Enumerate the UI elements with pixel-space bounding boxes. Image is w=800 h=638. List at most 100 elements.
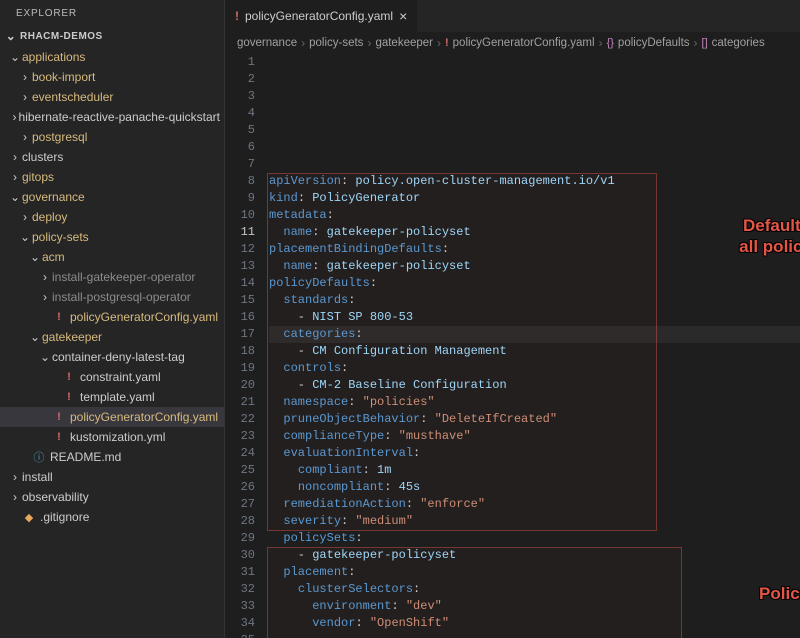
tree-item-label: policyGeneratorConfig.yaml	[70, 410, 218, 424]
file-item[interactable]: ! policyGeneratorConfig.yaml	[0, 407, 224, 427]
chevron-right-icon: ›	[18, 70, 32, 84]
tab-label: policyGeneratorConfig.yaml	[245, 9, 393, 23]
breadcrumb-item[interactable]: governance	[237, 37, 297, 49]
chevron-right-icon: ›	[18, 90, 32, 104]
tree-item-label: container-deny-latest-tag	[52, 350, 185, 364]
file-item[interactable]: ! template.yaml	[0, 387, 224, 407]
chevron-right-icon: ›	[437, 36, 441, 50]
file-tree: ⌄applications›book-import›eventscheduler…	[0, 45, 224, 638]
chevron-right-icon: ›	[18, 210, 32, 224]
file-item[interactable]: ! constraint.yaml	[0, 367, 224, 387]
yaml-file-icon: !	[62, 390, 76, 404]
tree-item-label: install-postgresql-operator	[52, 290, 191, 304]
tree-item-label: install	[22, 470, 53, 484]
tree-item-label: book-import	[32, 70, 95, 84]
chevron-right-icon: ›	[694, 36, 698, 50]
breadcrumb-item[interactable]: policyGeneratorConfig.yaml	[453, 37, 595, 49]
tree-item-label: applications	[22, 50, 85, 64]
tree-item-label: gatekeeper	[42, 330, 102, 344]
line-gutter: 1234567891011121314151617181920212223242…	[225, 54, 269, 638]
folder-item[interactable]: ⌄policy-sets	[0, 227, 224, 247]
repo-header[interactable]: ⌄ RHACM-DEMOS	[0, 27, 224, 45]
chevron-right-icon: ›	[38, 290, 52, 304]
yaml-file-icon: !	[445, 37, 449, 49]
code-content[interactable]: Default settings forall policy resources…	[269, 54, 800, 638]
folder-item[interactable]: ›hibernate-reactive-panache-quickstart	[0, 107, 224, 127]
folder-item[interactable]: ⌄governance	[0, 187, 224, 207]
file-item[interactable]: ◆ .gitignore	[0, 507, 224, 527]
chevron-right-icon: ›	[38, 270, 52, 284]
file-item[interactable]: ⓘREADME.md	[0, 447, 224, 467]
chevron-right-icon: ›	[367, 36, 371, 50]
chevron-right-icon: ›	[301, 36, 305, 50]
tree-item-label: postgresql	[32, 130, 87, 144]
folder-item[interactable]: ›install	[0, 467, 224, 487]
folder-item[interactable]: ›install-gatekeeper-operator	[0, 267, 224, 287]
close-icon[interactable]: ×	[399, 8, 407, 24]
breadcrumb-item[interactable]: gatekeeper	[375, 37, 433, 49]
info-icon: ⓘ	[32, 450, 46, 464]
breadcrumb-item[interactable]: policyDefaults	[618, 37, 690, 49]
folder-item[interactable]: ›observability	[0, 487, 224, 507]
tab-bar: ! policyGeneratorConfig.yaml ×	[225, 0, 800, 32]
folder-item[interactable]: ›deploy	[0, 207, 224, 227]
folder-item[interactable]: ⌄acm	[0, 247, 224, 267]
chevron-right-icon: ›	[8, 470, 22, 484]
folder-item[interactable]: ›eventscheduler	[0, 87, 224, 107]
chevron-right-icon: ›	[8, 150, 22, 164]
tree-item-label: observability	[22, 490, 89, 504]
tree-item-label: deploy	[32, 210, 67, 224]
yaml-file-icon: !	[52, 310, 66, 324]
chevron-right-icon: ›	[10, 110, 18, 124]
tree-item-label: governance	[22, 190, 85, 204]
tree-item-label: constraint.yaml	[80, 370, 161, 384]
chevron-down-icon: ⌄	[38, 350, 52, 364]
chevron-down-icon: ⌄	[28, 330, 42, 344]
folder-item[interactable]: ⌄gatekeeper	[0, 327, 224, 347]
folder-item[interactable]: ›book-import	[0, 67, 224, 87]
folder-item[interactable]: ⌄container-deny-latest-tag	[0, 347, 224, 367]
explorer-sidebar: EXPLORER ⌄ RHACM-DEMOS ⌄applications›boo…	[0, 0, 225, 638]
yaml-file-icon: !	[62, 370, 76, 384]
explorer-title: EXPLORER	[0, 0, 224, 27]
chevron-down-icon: ⌄	[28, 250, 42, 264]
chevron-right-icon: ›	[18, 130, 32, 144]
tree-item-label: kustomization.yml	[70, 430, 165, 444]
tree-item-label: policyGeneratorConfig.yaml	[70, 310, 218, 324]
tree-item-label: template.yaml	[80, 390, 155, 404]
folder-item[interactable]: ›install-postgresql-operator	[0, 287, 224, 307]
chevron-down-icon: ⌄	[4, 29, 18, 43]
chevron-right-icon: ›	[8, 170, 22, 184]
code-editor[interactable]: 1234567891011121314151617181920212223242…	[225, 54, 800, 638]
file-item[interactable]: ! kustomization.yml	[0, 427, 224, 447]
chevron-right-icon: ›	[599, 36, 603, 50]
breadcrumb[interactable]: governance › policy-sets › gatekeeper › ! pol…	[225, 32, 800, 54]
breadcrumb-item[interactable]: policy-sets	[309, 37, 363, 49]
folder-item[interactable]: ›clusters	[0, 147, 224, 167]
git-icon: ◆	[22, 510, 36, 524]
breadcrumb-item[interactable]: categories	[712, 37, 765, 49]
chevron-down-icon: ⌄	[8, 190, 22, 204]
array-icon: []	[702, 37, 708, 49]
editor-area: ! policyGeneratorConfig.yaml × governanc…	[225, 0, 800, 638]
tree-item-label: eventscheduler	[32, 90, 113, 104]
chevron-down-icon: ⌄	[18, 230, 32, 244]
folder-item[interactable]: ›postgresql	[0, 127, 224, 147]
tab-policygeneratorconfig[interactable]: ! policyGeneratorConfig.yaml ×	[225, 0, 418, 32]
tree-item-label: policy-sets	[32, 230, 89, 244]
tree-item-label: gitops	[22, 170, 54, 184]
yaml-file-icon: !	[52, 430, 66, 444]
repo-name: RHACM-DEMOS	[20, 31, 103, 42]
yaml-file-icon: !	[52, 410, 66, 424]
tree-item-label: install-gatekeeper-operator	[52, 270, 195, 284]
chevron-down-icon: ⌄	[8, 50, 22, 64]
folder-item[interactable]: ›gitops	[0, 167, 224, 187]
folder-item[interactable]: ⌄applications	[0, 47, 224, 67]
chevron-right-icon: ›	[8, 490, 22, 504]
tree-item-label: clusters	[22, 150, 63, 164]
object-icon: {}	[607, 37, 614, 49]
tree-item-label: .gitignore	[40, 510, 89, 524]
yaml-file-icon: !	[235, 9, 239, 23]
tree-item-label: acm	[42, 250, 65, 264]
file-item[interactable]: ! policyGeneratorConfig.yaml	[0, 307, 224, 327]
